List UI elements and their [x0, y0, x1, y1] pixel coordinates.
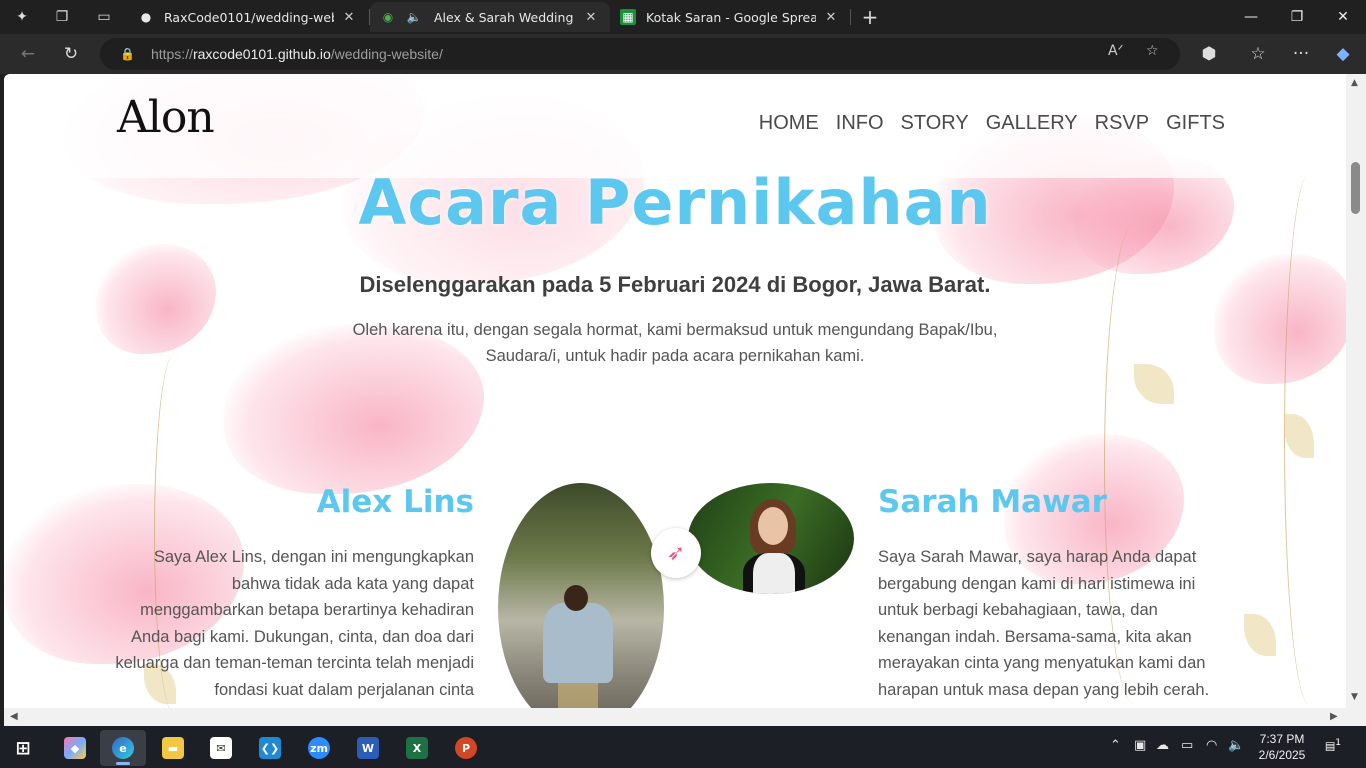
notification-center-icon[interactable]: ▤1	[1323, 737, 1343, 755]
invitation-text: Oleh karena itu, dengan segala hormat, k…	[352, 321, 998, 365]
scrollbar-corner	[1346, 708, 1366, 726]
clock-date: 2/6/2025	[1258, 748, 1306, 762]
scroll-left-icon[interactable]: ◀	[10, 711, 18, 722]
system-clock[interactable]: 7:37 PM 2/6/2025	[1252, 731, 1312, 763]
groom-photo	[498, 483, 664, 708]
favorites-icon[interactable]: ☆	[1243, 40, 1273, 68]
tab-separator	[850, 9, 851, 25]
restore-button[interactable]: ❐	[1274, 0, 1320, 34]
minimize-button[interactable]: —	[1228, 0, 1274, 34]
notification-count: 1	[1335, 737, 1342, 748]
excel-app-icon[interactable]: X	[394, 730, 440, 766]
new-tab-button[interactable]: +	[856, 3, 884, 31]
horizontal-scrollbar[interactable]: ◀ ▶	[4, 708, 1346, 726]
site-header: Alon HOME INFO STORY GALLERY RSVP GIFTS	[4, 74, 1346, 178]
battery-icon[interactable]: ▭	[1181, 738, 1193, 753]
bride-message: Saya Sarah Mawar, saya harap Anda dapat …	[878, 548, 1210, 699]
show-hidden-icons[interactable]: ⌃	[1110, 738, 1121, 753]
tab-wedding[interactable]: ◉ 🔈 Alex & Sarah Wedding ✕	[370, 2, 610, 32]
bride-photo	[688, 483, 854, 594]
tab-title: RaxCode0101/wedding-website: t	[164, 9, 334, 25]
onedrive-icon[interactable]: ☁	[1156, 738, 1169, 753]
bride-name: Sarah Mawar	[878, 484, 1107, 520]
scroll-thumb[interactable]	[1351, 162, 1360, 214]
zoom-app-icon[interactable]: zm	[296, 730, 342, 766]
edge-app-icon[interactable]: e	[100, 730, 146, 766]
extensions-icon[interactable]: ⬢	[1194, 40, 1224, 68]
clock-time: 7:37 PM	[1259, 732, 1305, 746]
browser-tab-bar: ✦ ❐ ▭ ● RaxCode0101/wedding-website: t ✕…	[0, 0, 1366, 34]
nav-rsvp[interactable]: RSVP	[1095, 112, 1149, 135]
word-app-icon[interactable]: W	[345, 730, 391, 766]
nav-gifts[interactable]: GIFTS	[1166, 112, 1225, 135]
meet-now-icon[interactable]: ▣	[1134, 738, 1146, 753]
scroll-up-icon[interactable]: ▲	[1351, 78, 1358, 88]
mail-app-icon[interactable]: ✉	[198, 730, 244, 766]
event-date-location: Diselenggarakan pada 5 Februari 2024 di …	[359, 272, 991, 297]
vertical-scrollbar[interactable]: ▲ ▼	[1346, 74, 1366, 708]
github-icon: ●	[140, 10, 152, 24]
page-title: Acara Pernikahan	[358, 166, 992, 239]
lock-icon[interactable]: 🔒	[120, 47, 135, 61]
windows-taskbar: ⊞ ◆ e ▬ ✉ ❮❯ zm W X P ⌃ ▣ ☁ ▭ ◠ 🔈 7:37 P…	[0, 726, 1366, 768]
copilot-icon[interactable]: ◆	[1328, 40, 1358, 68]
refresh-button[interactable]: ↻	[56, 40, 86, 68]
main-nav: HOME INFO STORY GALLERY RSVP GIFTS	[759, 112, 1225, 135]
scroll-right-icon[interactable]: ▶	[1330, 711, 1338, 722]
map-pin-icon: ◉	[382, 10, 394, 24]
url-text: https://raxcode0101.github.io/wedding-we…	[150, 46, 443, 62]
site-logo[interactable]: Alon	[117, 92, 215, 143]
close-tab-icon[interactable]: ✕	[340, 10, 358, 25]
sheets-icon: ▦	[620, 9, 636, 25]
nav-home[interactable]: HOME	[759, 112, 819, 135]
groom-message: Saya Alex Lins, dengan ini mengungkapkan…	[115, 548, 474, 699]
wifi-icon[interactable]: ◠	[1206, 738, 1217, 753]
tab-spreadsheet[interactable]: ▦ Kotak Saran - Google Spreadshee ✕	[610, 2, 850, 32]
workspaces-icon[interactable]: ❐	[48, 3, 76, 31]
scroll-down-icon[interactable]: ▼	[1351, 692, 1358, 702]
tab-title: Kotak Saran - Google Spreadshee	[646, 9, 816, 25]
powerpoint-app-icon[interactable]: P	[443, 730, 489, 766]
close-tab-icon[interactable]: ✕	[582, 10, 600, 25]
nav-info[interactable]: INFO	[836, 112, 884, 135]
leaf-decoration	[1244, 614, 1276, 656]
back-button[interactable]: ←	[13, 40, 43, 68]
groom-name: Alex Lins	[316, 484, 474, 520]
volume-icon[interactable]: 🔈	[1228, 738, 1244, 753]
nav-story[interactable]: STORY	[901, 112, 969, 135]
tab-actions-icon[interactable]: ▭	[90, 3, 118, 31]
close-tab-icon[interactable]: ✕	[822, 10, 840, 25]
flower-decoration	[96, 244, 216, 354]
favorite-star-icon[interactable]: ☆	[1146, 43, 1159, 59]
close-window-button[interactable]: ✕	[1320, 0, 1366, 34]
tab-title: Alex & Sarah Wedding	[434, 9, 574, 25]
start-button[interactable]: ⊞	[0, 730, 46, 766]
profile-icon[interactable]: ✦	[8, 3, 36, 31]
address-bar[interactable]: 🔒 https://raxcode0101.github.io/wedding-…	[100, 38, 1180, 70]
copilot-app-icon[interactable]: ◆	[52, 730, 98, 766]
heart-arrow-icon: ➶	[651, 528, 701, 578]
read-aloud-icon[interactable]: Aᐟ	[1108, 43, 1124, 59]
file-explorer-icon[interactable]: ▬	[150, 730, 196, 766]
page-viewport: Alon HOME INFO STORY GALLERY RSVP GIFTS …	[4, 74, 1346, 708]
speaker-icon[interactable]: 🔈	[406, 9, 422, 25]
browser-toolbar: ← ↻ 🔒 https://raxcode0101.github.io/wedd…	[0, 34, 1366, 74]
nav-gallery[interactable]: GALLERY	[986, 112, 1078, 135]
vscode-icon[interactable]: ❮❯	[247, 730, 293, 766]
more-menu-icon[interactable]: ···	[1286, 40, 1316, 68]
tab-github[interactable]: ● RaxCode0101/wedding-website: t ✕	[128, 2, 368, 32]
